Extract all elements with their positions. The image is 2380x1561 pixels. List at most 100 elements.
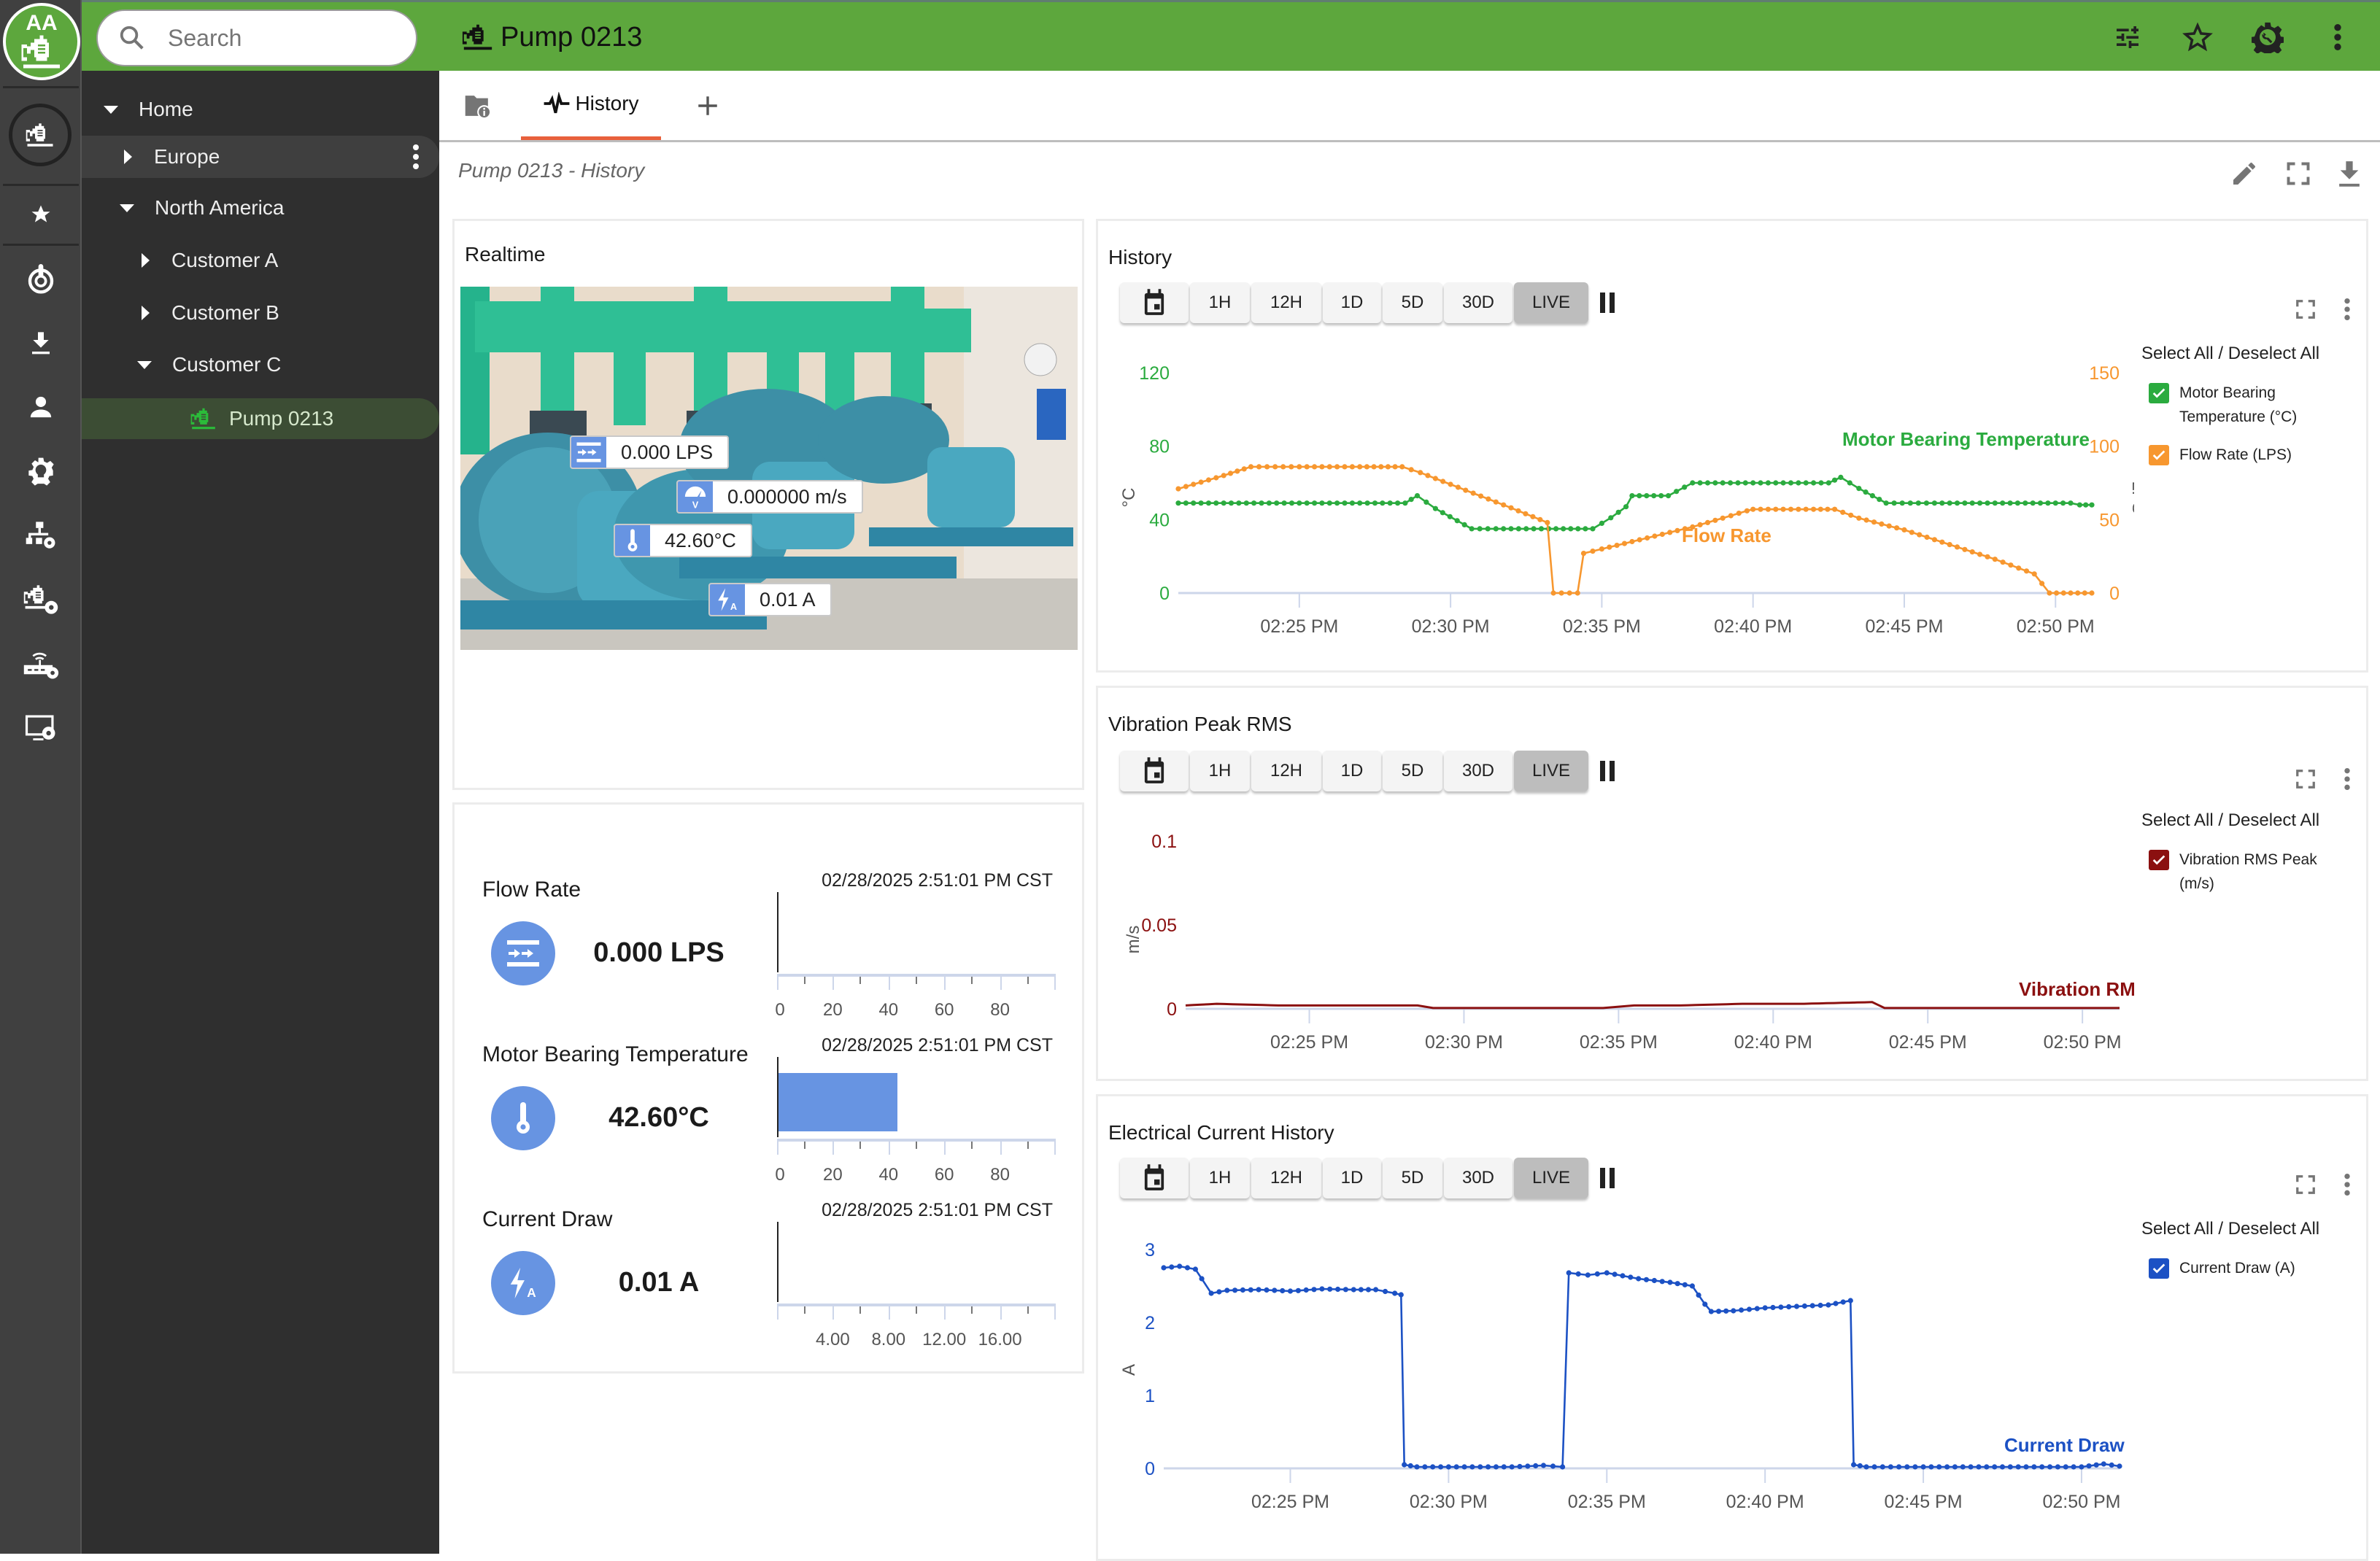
caret-down-icon[interactable] — [120, 204, 134, 212]
data-point — [1899, 500, 1905, 506]
rail-item-download[interactable] — [0, 312, 82, 373]
chart-legend: Select All / Deselect All Motor Bearing T… — [2141, 344, 2353, 483]
tree-item-customer-a[interactable]: Customer A — [82, 240, 439, 281]
select-all-link[interactable]: Select All / Deselect All — [2141, 810, 2353, 831]
data-point — [1461, 1464, 1467, 1470]
gauge-tick-label: 8.00 — [871, 1330, 906, 1349]
tree-item-customer-b[interactable]: Customer B — [82, 293, 439, 333]
data-point — [1871, 519, 1877, 525]
rail-item-pump-config[interactable] — [0, 569, 82, 630]
app-logo[interactable]: AA — [3, 3, 80, 80]
chart-more-button[interactable] — [2343, 1172, 2352, 1201]
more-menu-button[interactable] — [2319, 18, 2357, 56]
data-point — [2071, 1464, 2076, 1470]
data-point — [1515, 508, 1521, 514]
chart-more-button[interactable] — [2343, 767, 2352, 795]
download-button[interactable] — [2330, 155, 2368, 193]
legend-item[interactable]: Current Draw (A) — [2141, 1258, 2353, 1280]
data-point — [1924, 534, 1930, 541]
tab-info[interactable] — [458, 71, 498, 140]
data-point — [1326, 464, 1332, 470]
configure-button[interactable] — [2249, 18, 2287, 56]
edit-icon — [2233, 163, 2255, 185]
data-point — [1440, 479, 1446, 484]
caret-down-icon[interactable] — [137, 360, 152, 369]
chart-fullscreen-button[interactable] — [2295, 1174, 2317, 1199]
legend-checkbox[interactable] — [2149, 383, 2169, 403]
data-point — [2047, 1464, 2053, 1470]
caret-down-icon[interactable] — [104, 105, 118, 114]
gauge-timestamp: 02/28/2025 2:51:01 PM CST — [822, 870, 1053, 891]
data-point — [1712, 480, 1718, 486]
more-vert-icon[interactable] — [413, 144, 419, 169]
data-point — [1191, 481, 1197, 487]
data-point — [1796, 480, 1801, 486]
rail-item-power[interactable] — [0, 248, 82, 309]
rail-item-settings[interactable] — [0, 441, 82, 502]
fullscreen-button[interactable] — [2279, 155, 2317, 193]
data-point — [1236, 500, 1242, 506]
legend-checkbox[interactable] — [2149, 445, 2169, 465]
data-point — [1985, 554, 1990, 559]
data-point — [2047, 590, 2052, 596]
caret-right-icon[interactable] — [142, 306, 150, 320]
legend-item[interactable]: Flow Rate (LPS) — [2141, 445, 2353, 467]
search-input[interactable] — [168, 24, 401, 52]
filters-button[interactable] — [2109, 18, 2147, 56]
x-tick-label: 02:25 PM — [1251, 1492, 1329, 1512]
data-point — [1453, 1464, 1459, 1470]
data-point — [1493, 499, 1499, 505]
rail-item-favorites[interactable] — [0, 184, 82, 245]
data-point — [1762, 1305, 1768, 1311]
data-point — [1832, 477, 1838, 483]
select-all-link[interactable]: Select All / Deselect All — [2141, 1219, 2353, 1239]
legend-checkbox[interactable] — [2149, 1258, 2169, 1279]
tree-item-home[interactable]: Home — [82, 89, 439, 130]
chart-more-button[interactable] — [2343, 297, 2352, 325]
vibration-chart-panel: Vibration Peak RMS 1H 12H 1D 5D 30D LIVE Select… — [1096, 686, 2368, 1081]
data-point — [1960, 1464, 1966, 1470]
caret-right-icon[interactable] — [124, 150, 132, 164]
tree-item-europe[interactable]: Europe — [82, 136, 439, 178]
data-point — [1408, 467, 1414, 473]
data-point — [1288, 464, 1294, 470]
fullscreen-icon — [2296, 300, 2315, 319]
data-point — [1319, 1286, 1325, 1292]
add-tab-button[interactable] — [686, 71, 730, 140]
gauge-major-tick — [1000, 974, 1002, 990]
rail-item-display[interactable] — [0, 697, 82, 759]
tree-item-pump-0213[interactable]: Pump 0213 — [82, 398, 439, 439]
more-vert-icon — [2344, 767, 2350, 791]
x-tick-label: 02:25 PM — [1260, 616, 1338, 637]
caret-right-icon[interactable] — [142, 253, 150, 268]
legend-item[interactable]: Motor Bearing Temperature (°C) — [2141, 383, 2353, 429]
legend-item[interactable]: Vibration RMS Peak (m/s) — [2141, 850, 2353, 896]
data-point — [1432, 476, 1438, 481]
legend-checkbox[interactable] — [2149, 850, 2169, 870]
tree-item-north-america[interactable]: North America — [82, 187, 439, 228]
chart-fullscreen-button[interactable] — [2295, 298, 2317, 324]
data-point — [1793, 1304, 1800, 1309]
rail-item-hierarchy[interactable] — [0, 505, 82, 566]
chart-fullscreen-button[interactable] — [2295, 768, 2317, 794]
rail-item-assets[interactable] — [9, 104, 72, 166]
tree-item-customer-c[interactable]: Customer C — [82, 344, 439, 385]
edit-button[interactable] — [2225, 155, 2263, 193]
rail-item-users[interactable] — [0, 376, 82, 438]
data-point — [1297, 464, 1302, 470]
data-point — [1288, 500, 1295, 506]
select-all-link[interactable]: Select All / Deselect All — [2141, 344, 2353, 364]
data-point — [1780, 506, 1786, 512]
tab-history[interactable]: History — [521, 71, 661, 140]
data-point — [2000, 559, 2006, 565]
gauge-tick-label: 16.00 — [978, 1330, 1022, 1349]
data-point — [1840, 509, 1846, 515]
favorite-button[interactable] — [2179, 18, 2217, 56]
svg-text:A: A — [527, 1285, 536, 1300]
rail-item-gateway[interactable] — [0, 633, 82, 694]
data-point — [1175, 486, 1181, 492]
search-box[interactable] — [96, 9, 417, 66]
data-point — [1251, 500, 1257, 506]
gauge-minor-tick — [915, 1142, 917, 1149]
tree-item-label: Customer A — [171, 249, 279, 271]
